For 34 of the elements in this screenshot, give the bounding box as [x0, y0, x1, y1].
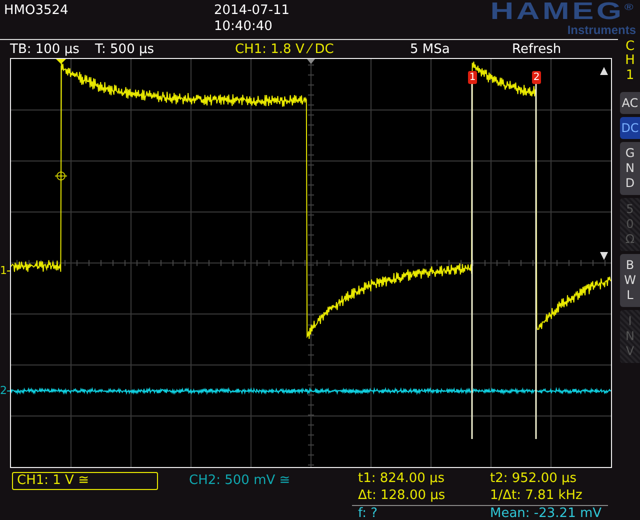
cursor-marker[interactable]: 1: [468, 71, 477, 84]
crosshair-icon: [54, 170, 68, 182]
measurement-readout: f: ?: [352, 505, 484, 520]
channel-marker: 1: [0, 265, 7, 276]
measurement-readout: t1: 824.00 µs: [357, 471, 446, 488]
model-name: HMO3524: [3, 2, 70, 20]
measurement-readout: Δt: 128.00 µs: [357, 488, 446, 505]
time-text: 10:40:40: [214, 19, 274, 35]
up-arrow-icon: [600, 67, 608, 75]
down-arrow-icon: [600, 252, 608, 260]
measurement-readout: 1/Δt: 7.81 kHz: [489, 488, 584, 505]
status-text: 5 MSa: [410, 42, 451, 56]
brand-subtitle: Instruments: [567, 24, 636, 36]
channel-setting[interactable]: CH1: 1 V ≅: [12, 472, 158, 490]
status-text: T: 500 µs: [95, 42, 156, 56]
cursor-line[interactable]: [535, 81, 537, 439]
measurement-readout: Mean: -23.21 mV: [484, 505, 608, 520]
date-text: 2014-07-11: [214, 3, 290, 19]
status-text: Refresh: [512, 42, 562, 56]
trigger-setting: CH1: 1.8 V ⁄ DC: [235, 42, 335, 56]
coupling-button[interactable]: GND: [620, 142, 640, 195]
coupling-button[interactable]: DC: [620, 116, 640, 139]
coupling-button[interactable]: AC: [620, 92, 640, 114]
measurement-readout: t2: 952.00 µs: [489, 471, 578, 488]
trigger-marker-icon: [56, 59, 66, 64]
cursor-line[interactable]: [471, 81, 473, 439]
status-text: TB: 100 µs: [10, 42, 80, 56]
cursor-marker[interactable]: 2: [532, 71, 541, 84]
channel-marker: 2: [0, 385, 7, 396]
channel-label: CH1: [624, 40, 636, 85]
center-marker-icon: [307, 59, 315, 64]
channel-setting[interactable]: CH2: 500 mV ≅: [184, 472, 296, 490]
brand-logo: HAMEG$^{®}$: [490, 0, 636, 24]
coupling-button[interactable]: BWL: [620, 254, 640, 307]
